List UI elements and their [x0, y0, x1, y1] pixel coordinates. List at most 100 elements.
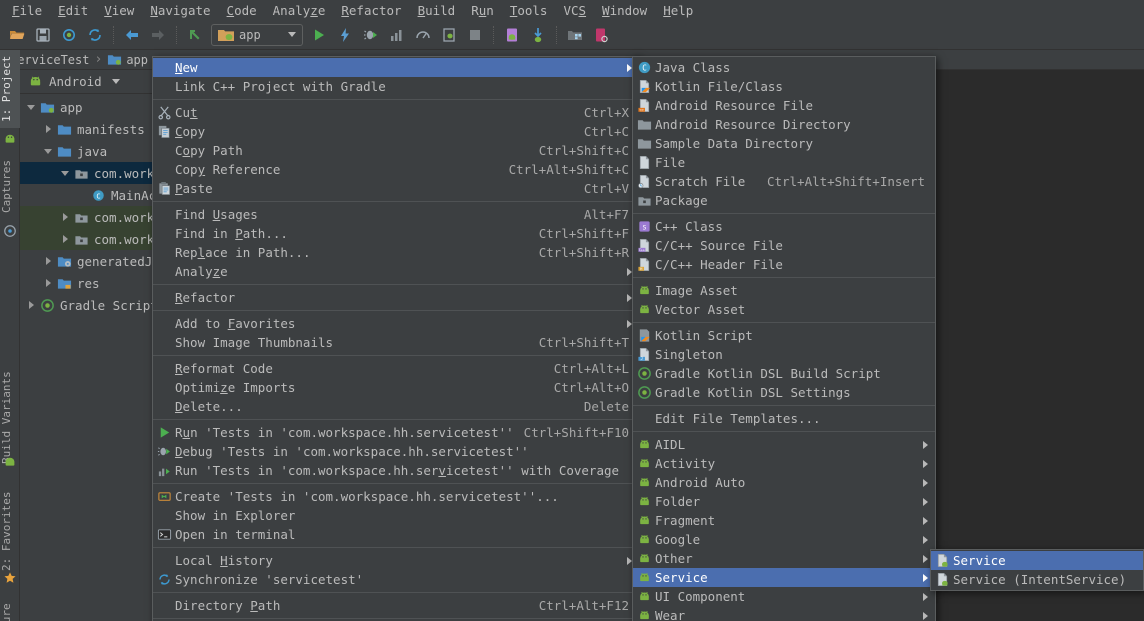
new-menu-item-gradle-kotlin-dsl-settings[interactable]: Gradle Kotlin DSL Settings [633, 383, 935, 402]
run-icon[interactable] [306, 23, 332, 47]
sidebar-item-project[interactable]: 1: Project [0, 50, 20, 128]
new-menu-item-folder[interactable]: Folder [633, 492, 935, 511]
new-menu-item-package[interactable]: Package [633, 191, 935, 210]
new-menu-item-android-auto[interactable]: Android Auto [633, 473, 935, 492]
stop-icon[interactable] [462, 23, 488, 47]
menu-view[interactable]: View [96, 1, 142, 20]
new-menu-item-android-resource-directory[interactable]: Android Resource Directory [633, 115, 935, 134]
back-arrow-icon[interactable] [119, 23, 145, 47]
new-menu-item-wear[interactable]: Wear [633, 606, 935, 621]
menu-run[interactable]: Run [463, 1, 502, 20]
menu-tools[interactable]: Tools [502, 1, 556, 20]
new-menu-item-google[interactable]: Google [633, 530, 935, 549]
context-menu-item-find-usages[interactable]: Find Usages Alt+F7 [153, 205, 639, 224]
menu-navigate[interactable]: Navigate [142, 1, 218, 20]
menu-vcs[interactable]: VCS [555, 1, 594, 20]
context-menu-item-show-image-thumbnails[interactable]: Show Image Thumbnails Ctrl+Shift+T [153, 333, 639, 352]
new-menu-item-scratch-file[interactable]: Scratch File Ctrl+Alt+Shift+Insert [633, 172, 935, 191]
chevron-right-icon[interactable] [60, 233, 72, 245]
context-menu-item-replace-in-path[interactable]: Replace in Path... Ctrl+Shift+R [153, 243, 639, 262]
sidebar-item-structure[interactable]: Structure [0, 596, 20, 621]
chevron-right-icon[interactable] [60, 211, 72, 223]
menu-help[interactable]: Help [655, 1, 701, 20]
context-menu-item-synchronize-servicetest[interactable]: Synchronize 'servicetest' [153, 570, 639, 589]
context-menu-item-create-tests-in-com-workspace-hh-service[interactable]: Create 'Tests in 'com.workspace.hh.servi… [153, 487, 639, 506]
chevron-down-icon[interactable] [43, 145, 55, 157]
sidebar-item-captures[interactable]: Captures [0, 154, 20, 220]
monitor-icon[interactable] [410, 23, 436, 47]
context-menu[interactable]: New Link C++ Project with Gradle Cut Ctrl+X… [152, 56, 640, 621]
debug-icon[interactable] [358, 23, 384, 47]
context-menu-item-find-in-path[interactable]: Find in Path... Ctrl+Shift+F [153, 224, 639, 243]
new-menu-item-sample-data-directory[interactable]: Sample Data Directory [633, 134, 935, 153]
context-menu-item-paste[interactable]: Paste Ctrl+V [153, 179, 639, 198]
context-menu-item-copy-path[interactable]: Copy Path Ctrl+Shift+C [153, 141, 639, 160]
new-menu-item-c-class[interactable]: S C++ Class [633, 217, 935, 236]
context-menu-item-add-to-favorites[interactable]: Add to Favorites [153, 314, 639, 333]
sync-icon[interactable] [56, 23, 82, 47]
menu-edit[interactable]: Edit [50, 1, 96, 20]
context-menu-item-link-c-project-with-gradle[interactable]: Link C++ Project with Gradle [153, 77, 639, 96]
chevron-down-icon[interactable] [26, 101, 38, 113]
context-menu-item-new[interactable]: New [153, 58, 639, 77]
new-menu-item-java-class[interactable]: C Java Class [633, 58, 935, 77]
sidebar-item-favorites[interactable]: 2: Favorites [0, 486, 20, 576]
context-menu-item-optimize-imports[interactable]: Optimize Imports Ctrl+Alt+O [153, 378, 639, 397]
chevron-down-icon[interactable] [60, 167, 72, 179]
refresh-icon[interactable] [82, 23, 108, 47]
new-menu-item-gradle-kotlin-dsl-build-script[interactable]: Gradle Kotlin DSL Build Script [633, 364, 935, 383]
new-menu-item-image-asset[interactable]: Image Asset [633, 281, 935, 300]
service-menu-item-service-intentservice[interactable]: Service (IntentService) [931, 570, 1143, 589]
context-menu-item-local-history[interactable]: Local History [153, 551, 639, 570]
context-menu-item-reformat-code[interactable]: Reformat Code Ctrl+Alt+L [153, 359, 639, 378]
chevron-right-icon[interactable] [43, 123, 55, 135]
new-menu-item-other[interactable]: Other [633, 549, 935, 568]
menu-file[interactable]: File [4, 1, 50, 20]
new-menu-item-fragment[interactable]: Fragment [633, 511, 935, 530]
context-menu-item-copy[interactable]: Copy Ctrl+C [153, 122, 639, 141]
undo-arrow-icon[interactable] [182, 23, 208, 47]
device-explorer-icon[interactable] [588, 23, 614, 47]
stop-green-icon[interactable] [436, 23, 462, 47]
new-menu-item-activity[interactable]: Activity [633, 454, 935, 473]
apply-changes-icon[interactable] [332, 23, 358, 47]
new-menu-item-vector-asset[interactable]: Vector Asset [633, 300, 935, 319]
context-menu-item-cut[interactable]: Cut Ctrl+X [153, 103, 639, 122]
context-menu-item-refactor[interactable]: Refactor [153, 288, 639, 307]
avd-manager-icon[interactable] [499, 23, 525, 47]
menu-window[interactable]: Window [594, 1, 655, 20]
layout-inspector-icon[interactable] [562, 23, 588, 47]
context-menu-item-run-tests-in-com-workspace-hh-servicetes[interactable]: Run 'Tests in 'com.workspace.hh.servicet… [153, 423, 639, 442]
menu-analyze[interactable]: Analyze [265, 1, 334, 20]
service-menu-item-service[interactable]: Service [931, 551, 1143, 570]
context-menu-item-debug-tests-in-com-workspace-hh-servicet[interactable]: Debug 'Tests in 'com.workspace.hh.servic… [153, 442, 639, 461]
new-menu-item-singleton[interactable]: J Singleton [633, 345, 935, 364]
new-menu-item-file[interactable]: File [633, 153, 935, 172]
module-selector[interactable]: app [211, 23, 303, 46]
menu-refactor[interactable]: Refactor [333, 1, 409, 20]
sdk-manager-icon[interactable] [525, 23, 551, 47]
context-menu-item-copy-reference[interactable]: Copy Reference Ctrl+Alt+Shift+C [153, 160, 639, 179]
new-menu-item-ui-component[interactable]: UI Component [633, 587, 935, 606]
new-menu-item-kotlin-file-class[interactable]: Kotlin File/Class [633, 77, 935, 96]
context-menu-item-analyze[interactable]: Analyze [153, 262, 639, 281]
context-menu-item-open-in-terminal[interactable]: Open in terminal [153, 525, 639, 544]
menu-code[interactable]: Code [219, 1, 265, 20]
new-submenu[interactable]: C Java Class Kotlin File/Class <> Android Re… [632, 56, 936, 621]
context-menu-item-delete[interactable]: Delete... Delete [153, 397, 639, 416]
context-menu-item-show-in-explorer[interactable]: Show in Explorer [153, 506, 639, 525]
profile-icon[interactable] [384, 23, 410, 47]
chevron-right-icon[interactable] [26, 299, 38, 311]
new-menu-item-c-c-header-file[interactable]: H C/C++ Header File [633, 255, 935, 274]
new-menu-item-service[interactable]: Service [633, 568, 935, 587]
service-submenu[interactable]: Service Service (IntentService) [930, 549, 1144, 591]
new-menu-item-c-c-source-file[interactable]: C++ C/C++ Source File [633, 236, 935, 255]
breadcrumb-item-app[interactable]: app [107, 52, 148, 67]
context-menu-item-directory-path[interactable]: Directory Path Ctrl+Alt+F12 [153, 596, 639, 615]
menu-build[interactable]: Build [410, 1, 464, 20]
sidebar-item-build-variants[interactable]: Build Variants [0, 368, 20, 468]
new-menu-item-kotlin-script[interactable]: Kotlin Script [633, 326, 935, 345]
new-menu-item-android-resource-file[interactable]: <> Android Resource File [633, 96, 935, 115]
save-all-icon[interactable] [30, 23, 56, 47]
new-menu-item-aidl[interactable]: AIDL [633, 435, 935, 454]
